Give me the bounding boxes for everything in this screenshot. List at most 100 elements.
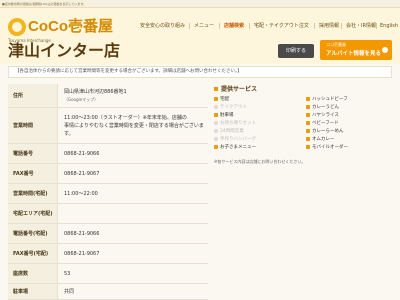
nav-divider — [341, 23, 342, 29]
seats-value: 53 — [64, 270, 71, 277]
delivery-fax-value: 0868-21-9067 — [64, 250, 100, 257]
table-row: 電話番号(宅配) 0868-21-9066 — [8, 224, 208, 244]
service-label: ハッシュドビーフ — [312, 97, 348, 102]
google-map-link[interactable]: （Googleマップ） — [64, 96, 98, 104]
address-text: 岡山県津山市河辺886番地1 — [64, 88, 127, 95]
service-label: ベビーフード — [312, 121, 339, 126]
service-item: ハヤシライス — [306, 112, 339, 120]
nav-safety[interactable]: 安全安心の取り組み — [140, 20, 185, 32]
service-label: モバイルオーダー — [312, 145, 348, 150]
alert-text: 【各自治体からの要請に応じて営業時間等を変更する場合がございます。詳細は店舗へお… — [15, 69, 242, 74]
hours-alert: 【各自治体からの要請に応じて営業時間等を変更する場合がございます。詳細は店舗へお… — [8, 66, 392, 78]
row-label: 電話番号(宅配) — [8, 224, 58, 243]
service-label: 手作りハンバーグ — [220, 137, 256, 142]
service-check-icon — [214, 120, 218, 125]
parking-value: 共同 — [64, 289, 75, 295]
services-title: 提供サービス — [214, 84, 257, 93]
service-item: オムカレー — [306, 136, 334, 144]
delivery-hours-value: 11:00～22:00 — [64, 191, 98, 197]
service-label: テイクアウト — [220, 105, 247, 110]
phone-value[interactable]: 0868-21-9066 — [64, 144, 99, 163]
service-item: 宅配 — [214, 96, 229, 104]
row-label: 営業時間(宅配) — [8, 184, 58, 203]
service-label: カレーうどん — [312, 105, 339, 110]
row-label: 宅配エリア(宅配) — [8, 204, 58, 223]
service-item: カレーうどん — [306, 104, 339, 112]
row-label: 営業時間 — [8, 108, 58, 143]
recruit-banner[interactable]: ココ壱番屋 アルバイト情報を見る — [320, 40, 392, 60]
row-label: 座席数 — [8, 264, 58, 283]
recruit-big-text: アルバイト情報を見る — [326, 51, 381, 57]
site-header: CoCo壱番屋 Tsuyama Interchange 津山インター店 安全安心… — [0, 8, 400, 64]
nav-company[interactable]: 会社・IR情報 — [346, 20, 376, 32]
table-row: 営業時間(宅配) 11:00～22:00 — [8, 184, 208, 204]
service-item: カレーらーめん — [306, 128, 344, 136]
service-label: 駐車場 — [220, 113, 234, 118]
row-label: 住所 — [8, 84, 58, 107]
table-row: 営業時間 11:00～23:00（ラストオーダー）※年末年始、店舗の 事情により… — [8, 108, 208, 144]
nav-delivery[interactable]: 宅配・テイクアウト注文 — [254, 20, 309, 32]
service-check-icon — [214, 128, 218, 133]
fax-value: 0868-21-9067 — [64, 170, 100, 177]
address-value: 岡山県津山市河辺886番地1 （Googleマップ） — [64, 84, 127, 107]
service-label: 24時間営業 — [220, 129, 244, 134]
nav-divider — [314, 23, 315, 29]
nav-divider — [249, 23, 250, 29]
service-check-icon — [306, 144, 310, 149]
service-item: ハッシュドビーフ — [306, 96, 348, 104]
table-row: FAX番号 0868-21-9067 — [8, 164, 208, 184]
service-check-icon — [214, 144, 218, 149]
service-label: お子さまメニュー — [220, 145, 256, 150]
table-row: 電話番号 0868-21-9066 — [8, 144, 208, 164]
table-row: 住所 岡山県津山市河辺886番地1 （Googleマップ） — [8, 84, 208, 108]
service-label: お持ち帰りセット — [220, 121, 256, 126]
table-row: 駐車場 共同 — [8, 284, 208, 300]
nav-recruit[interactable]: 採用情報 — [319, 20, 339, 32]
service-check-icon — [306, 136, 310, 141]
nav-menu[interactable]: メニュー — [194, 20, 214, 32]
arrow-circle-icon — [382, 47, 388, 53]
nav-divider — [376, 23, 377, 29]
logo-text: CoCo壱番屋 — [28, 18, 113, 35]
services-note: ※各サービス内容は店舗にお問い合わせください。 — [214, 159, 306, 164]
hours-line: 事情によりやむなく営業時間を変更・閉店する場合がございます。 — [64, 122, 204, 137]
row-label: FAX番号 — [8, 164, 58, 183]
service-item: 24時間営業 — [214, 128, 244, 136]
main-nav: 安全安心の取り組み メニュー 店舗検索 宅配・テイクアウト注文 採用情報 会社・… — [140, 20, 400, 32]
row-label: 駐車場 — [8, 284, 58, 299]
nav-divider — [219, 23, 220, 29]
service-check-icon — [214, 104, 218, 109]
nav-divider — [189, 23, 190, 29]
service-check-icon — [306, 112, 310, 117]
service-item: ベビーフード — [306, 120, 339, 128]
logo-mark-icon — [8, 18, 26, 36]
nav-store-search[interactable]: 店舗検索 — [224, 20, 244, 32]
recruit-small-text: ココ壱番屋 — [326, 42, 346, 47]
service-check-icon — [306, 128, 310, 133]
print-button[interactable]: 印刷する — [278, 44, 314, 58]
service-label: 宅配 — [220, 97, 229, 102]
tax-notice: ■店内飲食時の価格は消費税10%込の価格を表示しています。 — [2, 2, 87, 6]
service-item: モバイルオーダー — [306, 144, 348, 152]
service-item: 駐車場 — [214, 112, 234, 120]
service-check-icon — [306, 104, 310, 109]
row-label: FAX番号(宅配) — [8, 244, 58, 263]
hours-value: 11:00～23:00（ラストオーダー）※年末年始、店舗の 事情によりやむなく営… — [64, 108, 204, 143]
service-item: 手作りハンバーグ — [214, 136, 256, 144]
service-check-icon — [214, 136, 218, 141]
service-check-icon — [214, 112, 218, 117]
nav-english[interactable]: English — [380, 20, 398, 32]
service-check-icon — [306, 120, 310, 125]
service-label: オムカレー — [312, 137, 335, 142]
table-row: 宅配エリア(宅配) — [8, 204, 208, 224]
service-item: お子さまメニュー — [214, 144, 256, 152]
service-item: テイクアウト — [214, 104, 247, 112]
table-row: FAX番号(宅配) 0868-21-9067 — [8, 244, 208, 264]
service-check-icon — [214, 96, 218, 101]
delivery-phone-value[interactable]: 0868-21-9066 — [64, 224, 99, 243]
row-label: 電話番号 — [8, 144, 58, 163]
service-label: カレーらーめん — [312, 129, 344, 134]
hours-line: 11:00～23:00（ラストオーダー）※年末年始、店舗の — [64, 114, 187, 121]
service-check-icon — [306, 96, 310, 101]
service-item: お持ち帰りセット — [214, 120, 256, 128]
